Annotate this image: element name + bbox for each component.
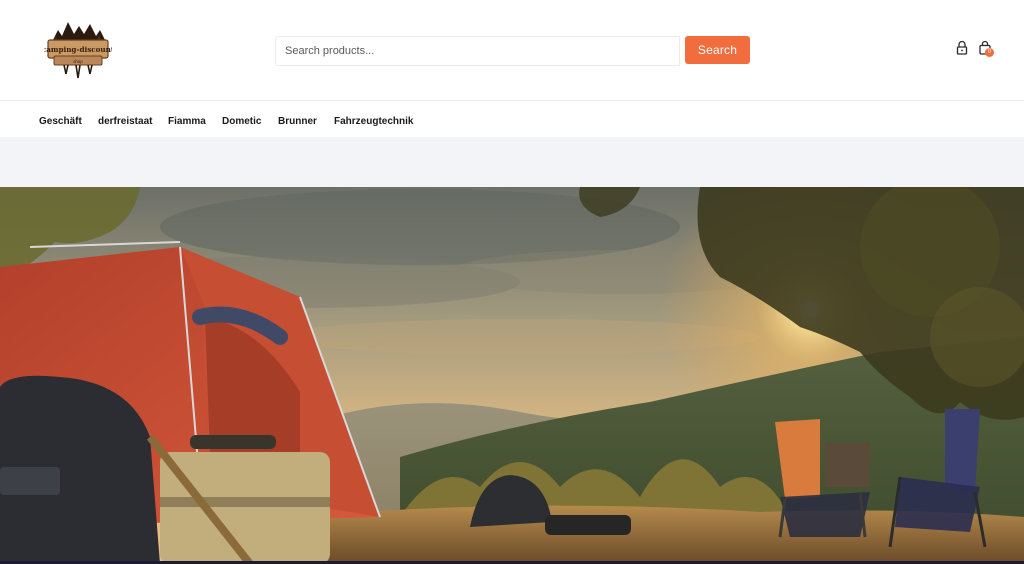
logo-graphic: camping-discount shop [42, 22, 115, 79]
site-logo[interactable]: camping-discount shop [42, 18, 115, 82]
shopping-bag-icon[interactable]: 0 [978, 40, 994, 58]
nav-item-geschaeft[interactable]: Geschäft [39, 116, 82, 127]
nav-item-fiamma[interactable]: Fiamma [168, 116, 206, 127]
search-form: Search [275, 36, 751, 66]
search-input[interactable] [275, 36, 680, 66]
nav-item-fahrzeugtechnik[interactable]: Fahrzeugtechnik [334, 116, 413, 127]
search-button[interactable]: Search [685, 36, 750, 64]
logo-text: camping-discount [44, 45, 112, 54]
header-icons: 0 [955, 40, 997, 60]
logo-subtext: shop [73, 59, 83, 64]
hero-banner-image [0, 187, 1024, 564]
spacer-band [0, 137, 1024, 187]
nav-item-brunner[interactable]: Brunner [278, 116, 317, 127]
cart-count-badge: 0 [985, 48, 994, 57]
main-navigation: Geschäft derfreistaat Fiamma Dometic Bru… [0, 102, 1024, 137]
lock-icon[interactable] [955, 40, 971, 58]
nav-item-derfreistaat[interactable]: derfreistaat [98, 116, 152, 127]
nav-item-dometic[interactable]: Dometic [222, 116, 261, 127]
site-header: camping-discount shop Search 0 [0, 0, 1024, 101]
camping-scene-illustration [0, 187, 1024, 564]
